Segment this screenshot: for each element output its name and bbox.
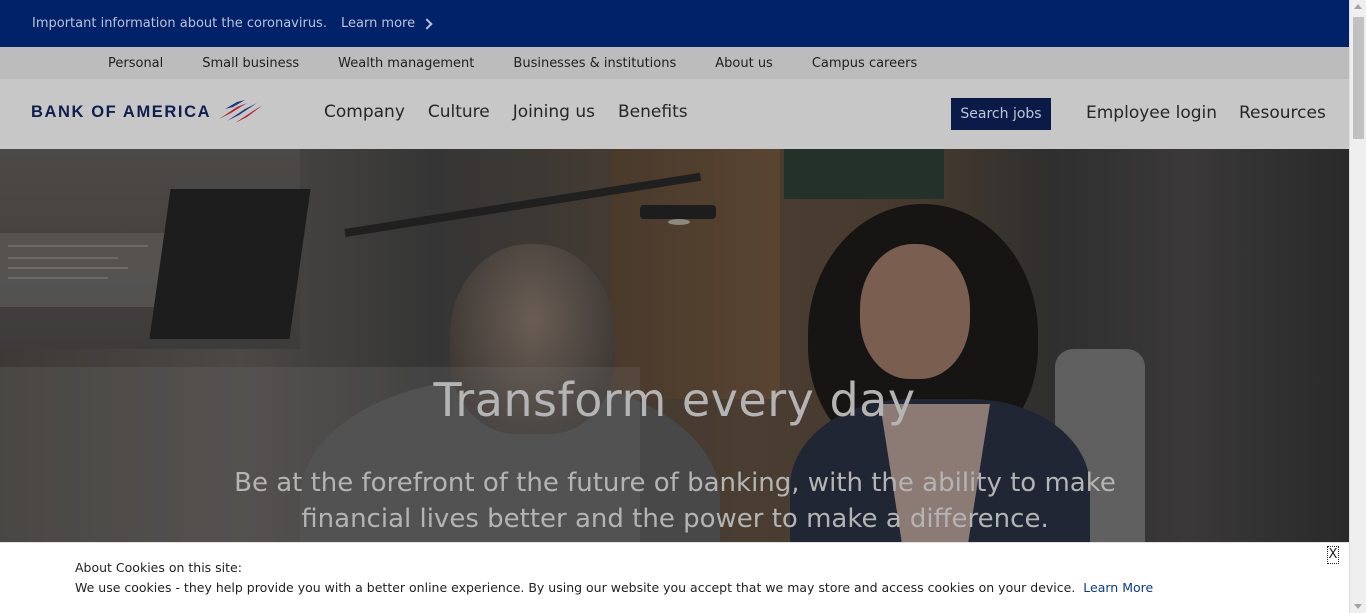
cookie-learn-more-link[interactable]: Learn More <box>1083 580 1153 595</box>
bank-of-america-logo[interactable]: BANK OF AMERICA <box>31 99 264 125</box>
page: Important information about the coronavi… <box>0 0 1366 613</box>
search-jobs-button[interactable]: Search jobs <box>951 98 1051 130</box>
segment-nav-small-business[interactable]: Small business <box>202 56 299 71</box>
nav-culture[interactable]: Culture <box>428 102 490 122</box>
hero-subtitle: Be at the forefront of the future of ban… <box>234 468 1116 534</box>
main-header: BANK OF AMERICA Company Culture Joining … <box>0 79 1349 149</box>
scroll-down-arrow-icon[interactable] <box>1354 604 1362 609</box>
nav-company[interactable]: Company <box>324 102 405 122</box>
chevron-right-icon <box>421 17 433 30</box>
cookie-text: We use cookies - they help provide you w… <box>75 580 1076 595</box>
resources-link[interactable]: Resources <box>1239 103 1326 123</box>
cookie-close-button[interactable]: X <box>1327 546 1339 564</box>
page-content: Important information about the coronavi… <box>0 0 1349 613</box>
alert-learn-more-label: Learn more <box>340 16 416 31</box>
segment-nav-wealth-management[interactable]: Wealth management <box>338 56 474 71</box>
cookie-text-line: We use cookies - they help provide you w… <box>75 580 1153 595</box>
page-scrollbar[interactable] <box>1349 0 1366 613</box>
scrollbar-thumb[interactable] <box>1353 17 1364 139</box>
segment-nav-personal[interactable]: Personal <box>108 56 163 71</box>
segment-nav-campus-careers[interactable]: Campus careers <box>812 56 917 71</box>
segment-nav-about-us[interactable]: About us <box>715 56 773 71</box>
cookie-banner: About Cookies on this site: We use cooki… <box>0 542 1349 613</box>
primary-nav: Company Culture Joining us Benefits <box>324 102 711 122</box>
hero-title: Transform every day <box>433 373 916 427</box>
alert-learn-more-link[interactable]: Learn more <box>340 16 433 31</box>
coronavirus-alert-bar: Important information about the coronavi… <box>0 0 1349 47</box>
alert-message: Important information about the coronavi… <box>32 16 327 31</box>
nav-joining-us[interactable]: Joining us <box>513 102 595 122</box>
segment-nav-businesses-institutions[interactable]: Businesses & institutions <box>513 56 676 71</box>
nav-benefits[interactable]: Benefits <box>618 102 688 122</box>
logo-wordmark: BANK OF AMERICA <box>31 102 212 121</box>
segment-nav: Personal Small business Wealth managemen… <box>0 47 1349 79</box>
cookie-title: About Cookies on this site: <box>75 560 242 575</box>
employee-login-link[interactable]: Employee login <box>1086 103 1217 123</box>
scroll-up-arrow-icon[interactable] <box>1354 4 1362 9</box>
flag-logo-icon <box>219 100 264 123</box>
